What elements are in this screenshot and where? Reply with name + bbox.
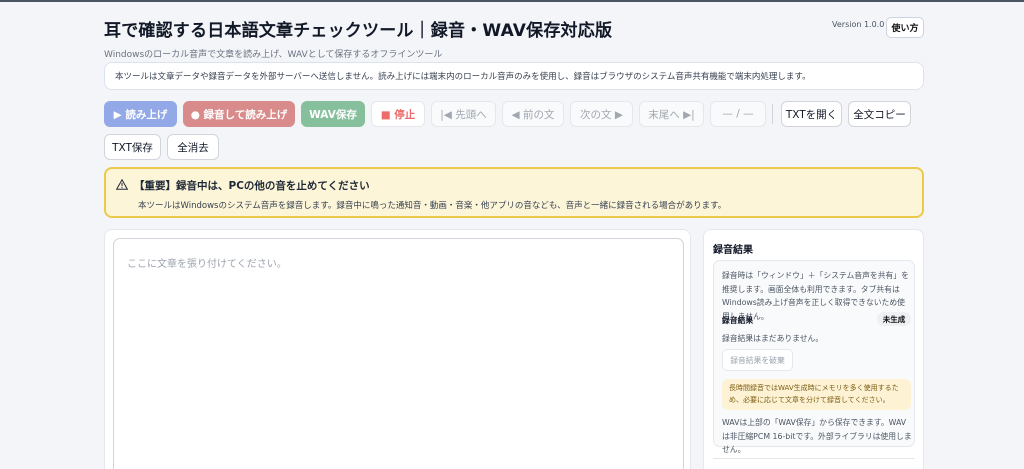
toolbar-divider: [772, 104, 773, 124]
help-button[interactable]: 使い方: [886, 17, 924, 38]
go-last-button[interactable]: 末尾へ ▶|: [639, 101, 704, 127]
app-header: 耳で確認する日本語文章チェックツール｜録音・WAV保存対応版 Windowsのロ…: [104, 16, 924, 60]
privacy-notice: 本ツールは文章データや録音データを外部サーバーへ送信しません。読み上げには端末内…: [104, 62, 924, 90]
record-read-button[interactable]: ● 録音して読み上げ: [183, 101, 295, 127]
page-title: 耳で確認する日本語文章チェックツール｜録音・WAV保存対応版: [104, 21, 613, 41]
warning-body: 本ツールはWindowsのシステム音声を録音します。録音中に鳴った通知音・動画・…: [138, 201, 727, 211]
version-label: Version 1.0.0: [832, 20, 885, 29]
recording-panel-title: 録音結果: [713, 245, 753, 256]
discard-recording-button[interactable]: 録音結果を破棄: [722, 349, 793, 371]
recording-card: 録音時は「ウィンドウ」＋「システム音声を共有」を推奨します。画面全体も利用できま…: [713, 260, 915, 454]
prev-sentence-button[interactable]: ◀ 前の文: [502, 101, 564, 127]
clear-all-button[interactable]: 全消去: [167, 134, 219, 160]
open-txt-button[interactable]: TXTを開く: [781, 101, 842, 127]
text-editor[interactable]: ここに文章を張り付けてください。: [113, 238, 684, 469]
status-badge: 未生成: [877, 312, 911, 326]
recording-warning: 【重要】録音中は、PCの他の音を止めてください 本ツールはWindowsのシステ…: [104, 167, 924, 218]
warning-icon: [115, 178, 129, 193]
save-txt-button[interactable]: TXT保存: [104, 134, 161, 160]
stop-button[interactable]: ■ 停止: [371, 101, 425, 127]
recording-result-label: 録音結果: [722, 316, 754, 325]
editor-panel: ここに文章を張り付けてください。: [104, 229, 691, 469]
warning-title: 【重要】録音中は、PCの他の音を止めてください: [134, 180, 370, 192]
sentence-position: — / —: [710, 101, 766, 127]
next-sentence-button[interactable]: 次の文 ▶: [570, 101, 633, 127]
copy-all-button[interactable]: 全文コピー: [848, 101, 911, 127]
page-subtitle: Windowsのローカル音声で文章を読み上げ、WAVとして保存するオフラインツー…: [104, 50, 443, 60]
recording-empty-text: 録音結果はまだありません。: [722, 334, 824, 343]
wav-save-button[interactable]: WAV保存: [301, 101, 365, 127]
read-aloud-button[interactable]: ▶ 読み上げ: [104, 101, 177, 127]
wav-note: WAVは上部の「WAV保存」から保存できます。WAVは非圧縮PCM 16-bit…: [722, 418, 912, 454]
go-first-button[interactable]: |◀ 先頭へ: [431, 101, 496, 127]
memory-warning: 長時間録音ではWAV生成時にメモリを多く使用するため、必要に応じて文章を分けて録…: [722, 379, 911, 410]
recording-panel: 録音結果 録音時は「ウィンドウ」＋「システム音声を共有」を推奨します。画面全体も…: [703, 229, 924, 469]
side-divider: [713, 458, 915, 459]
